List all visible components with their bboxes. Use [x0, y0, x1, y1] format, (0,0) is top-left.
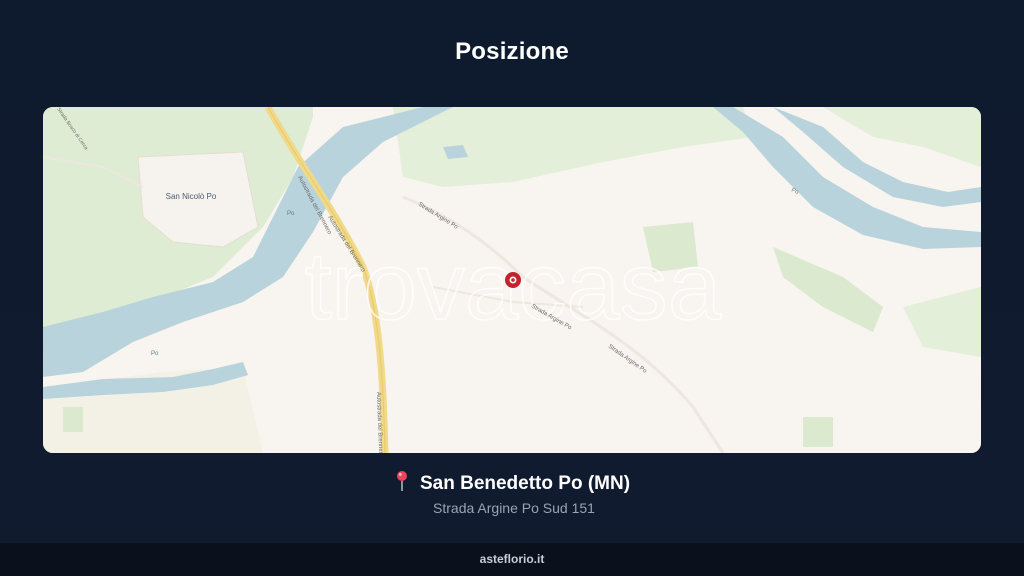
page-title: Posizione	[455, 38, 569, 65]
map-green-area	[803, 417, 833, 447]
map-label-river: Po	[287, 211, 295, 217]
footer: asteflorio.it	[0, 543, 1024, 576]
map-green-area	[63, 407, 83, 432]
footer-brand[interactable]: asteflorio.it	[480, 552, 545, 566]
page: Posizione San Nicolò Po Autostrada del B…	[0, 0, 1024, 576]
location-address: Strada Argine Po Sud 151	[433, 500, 595, 516]
pushpin-icon	[394, 470, 410, 492]
location-heading: San Benedetto Po (MN)	[0, 470, 1024, 495]
location-name: San Benedetto Po (MN)	[419, 473, 631, 494]
map-canvas[interactable]: trovacasa San Nicolò Po Autostrada del B…	[43, 107, 981, 453]
map-label-town: San Nicolò Po	[166, 192, 217, 201]
map-marker-icon[interactable]	[505, 272, 521, 288]
map-label-river: Po	[151, 351, 159, 357]
map[interactable]: trovacasa San Nicolò Po Autostrada del B…	[43, 107, 981, 453]
